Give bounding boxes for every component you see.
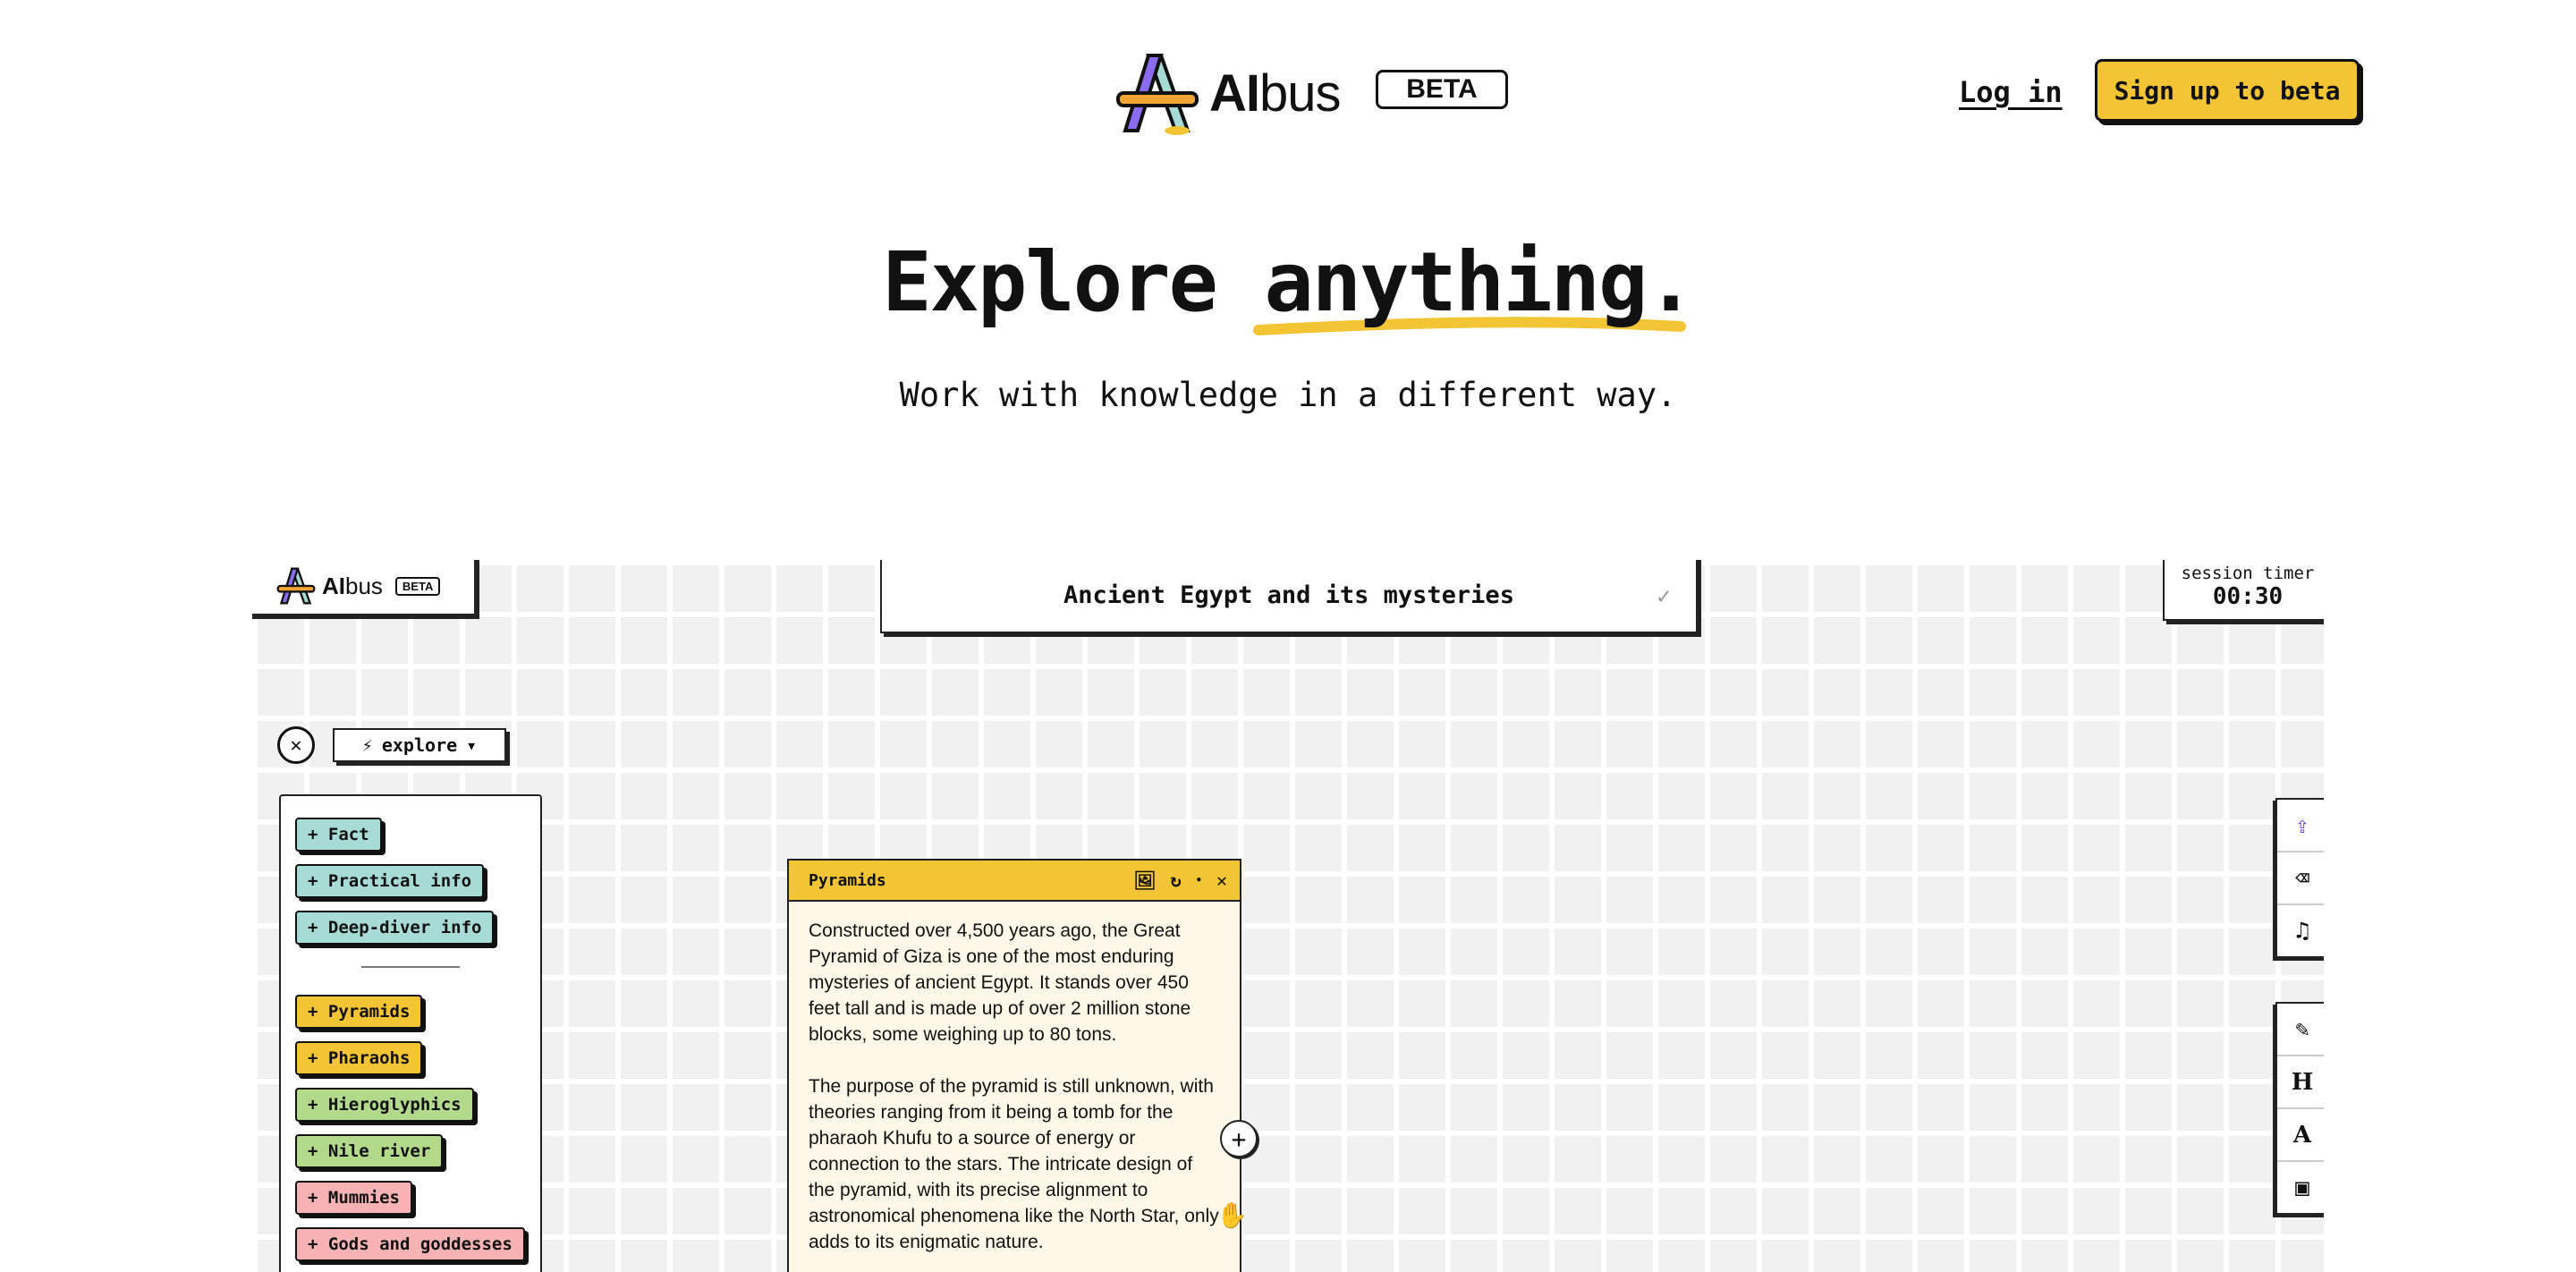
close-icon: ✕ [290, 734, 302, 757]
timer-value: 00:30 [2212, 583, 2284, 610]
app-demo: AIbus BETA Ancient Egypt and its mysteri… [252, 560, 2324, 1272]
divider [361, 966, 460, 968]
albus-logo-icon [1116, 54, 1199, 135]
brand-name: AIbus [1209, 64, 1342, 123]
mode-label: explore [381, 734, 458, 756]
session-timer: session timer 00:30 [2163, 560, 2324, 621]
image-icon[interactable]: 🖼 [1133, 869, 1156, 891]
mode-dropdown[interactable]: ⚡ explore ▾ [333, 728, 506, 762]
suggestion-list: + Fact + Practical info + Deep-diver inf… [279, 794, 542, 1272]
knowledge-card[interactable]: Pyramids 🖼 ↻ • ✕ Constructed over 4,500 … [787, 859, 1241, 1272]
chip-pharaohs[interactable]: + Pharaohs [295, 1041, 423, 1075]
toolbar-bottom: ✎ H A ▣ [2275, 1002, 2324, 1215]
demo-logo[interactable]: AIbus BETA [252, 560, 476, 615]
magic-wand-icon[interactable]: ✎ [2277, 1004, 2324, 1056]
lightning-icon: ⚡ [361, 734, 373, 756]
card-paragraph: Constructed over 4,500 years ago, the Gr… [809, 920, 1191, 1045]
hand-cursor-icon: ✋ [1216, 1200, 1248, 1230]
chip-hieroglyphics[interactable]: + Hieroglyphics [295, 1088, 474, 1122]
close-button[interactable]: ✕ [277, 726, 315, 764]
demo-brand-name: AIbus [322, 572, 383, 599]
login-link[interactable]: Log in [1959, 75, 2063, 109]
topic-bar[interactable]: Ancient Egypt and its mysteries ✓ [880, 560, 1698, 633]
share-icon[interactable]: ⇪ [2277, 800, 2324, 852]
chip-gods-and-goddesses[interactable]: + Gods and goddesses [295, 1227, 525, 1261]
albus-logo[interactable]: AIbus [1114, 48, 1342, 138]
chip-fact[interactable]: + Fact [295, 818, 382, 852]
check-icon[interactable]: ✓ [1657, 583, 1671, 610]
hero-subtitle: Work with knowledge in a different way. [899, 376, 1677, 414]
card-paragraph: The purpose of the pyramid is still unkn… [809, 1076, 1219, 1252]
signup-button[interactable]: Sign up to beta [2095, 59, 2360, 122]
caret-down-icon: ▾ [466, 734, 478, 756]
add-card-button[interactable]: + [1220, 1120, 1258, 1158]
chip-deep-diver-info[interactable]: + Deep-diver info [295, 911, 495, 945]
close-icon[interactable]: ✕ [1216, 869, 1227, 891]
chip-practical-info[interactable]: + Practical info [295, 864, 485, 898]
text-tool[interactable]: A [2277, 1109, 2324, 1162]
hero-title-highlight: anything. [1253, 234, 1696, 335]
chip-pyramids[interactable]: + Pyramids [295, 995, 423, 1029]
demo-beta-badge: BETA [394, 576, 441, 596]
refresh-icon[interactable]: ↻ [1171, 869, 1182, 891]
plus-icon: + [1231, 1124, 1247, 1154]
timer-label: session timer [2181, 564, 2315, 583]
heading-tool[interactable]: H [2277, 1056, 2324, 1109]
chip-nile-river[interactable]: + Nile river [295, 1134, 444, 1168]
toolbar-top: ⇪ ⌫ ♫ [2275, 798, 2324, 958]
chip-mummies[interactable]: + Mummies [295, 1181, 412, 1215]
albus-logo-icon [276, 567, 316, 605]
image-icon[interactable]: ▣ [2277, 1162, 2324, 1213]
eraser-icon[interactable]: ⌫ [2277, 852, 2324, 905]
hero-title-plain: Explore [882, 234, 1218, 330]
hero-title: Explore anything. [0, 234, 2576, 335]
topic-title: Ancient Egypt and its mysteries [1063, 581, 1514, 609]
card-header: Pyramids 🖼 ↻ • ✕ [789, 861, 1240, 902]
card-body: Constructed over 4,500 years ago, the Gr… [789, 902, 1240, 1272]
beta-badge: BETA [1376, 70, 1508, 109]
music-icon[interactable]: ♫ [2277, 905, 2324, 956]
card-title: Pyramids [809, 870, 886, 890]
dot-icon[interactable]: • [1196, 874, 1202, 886]
